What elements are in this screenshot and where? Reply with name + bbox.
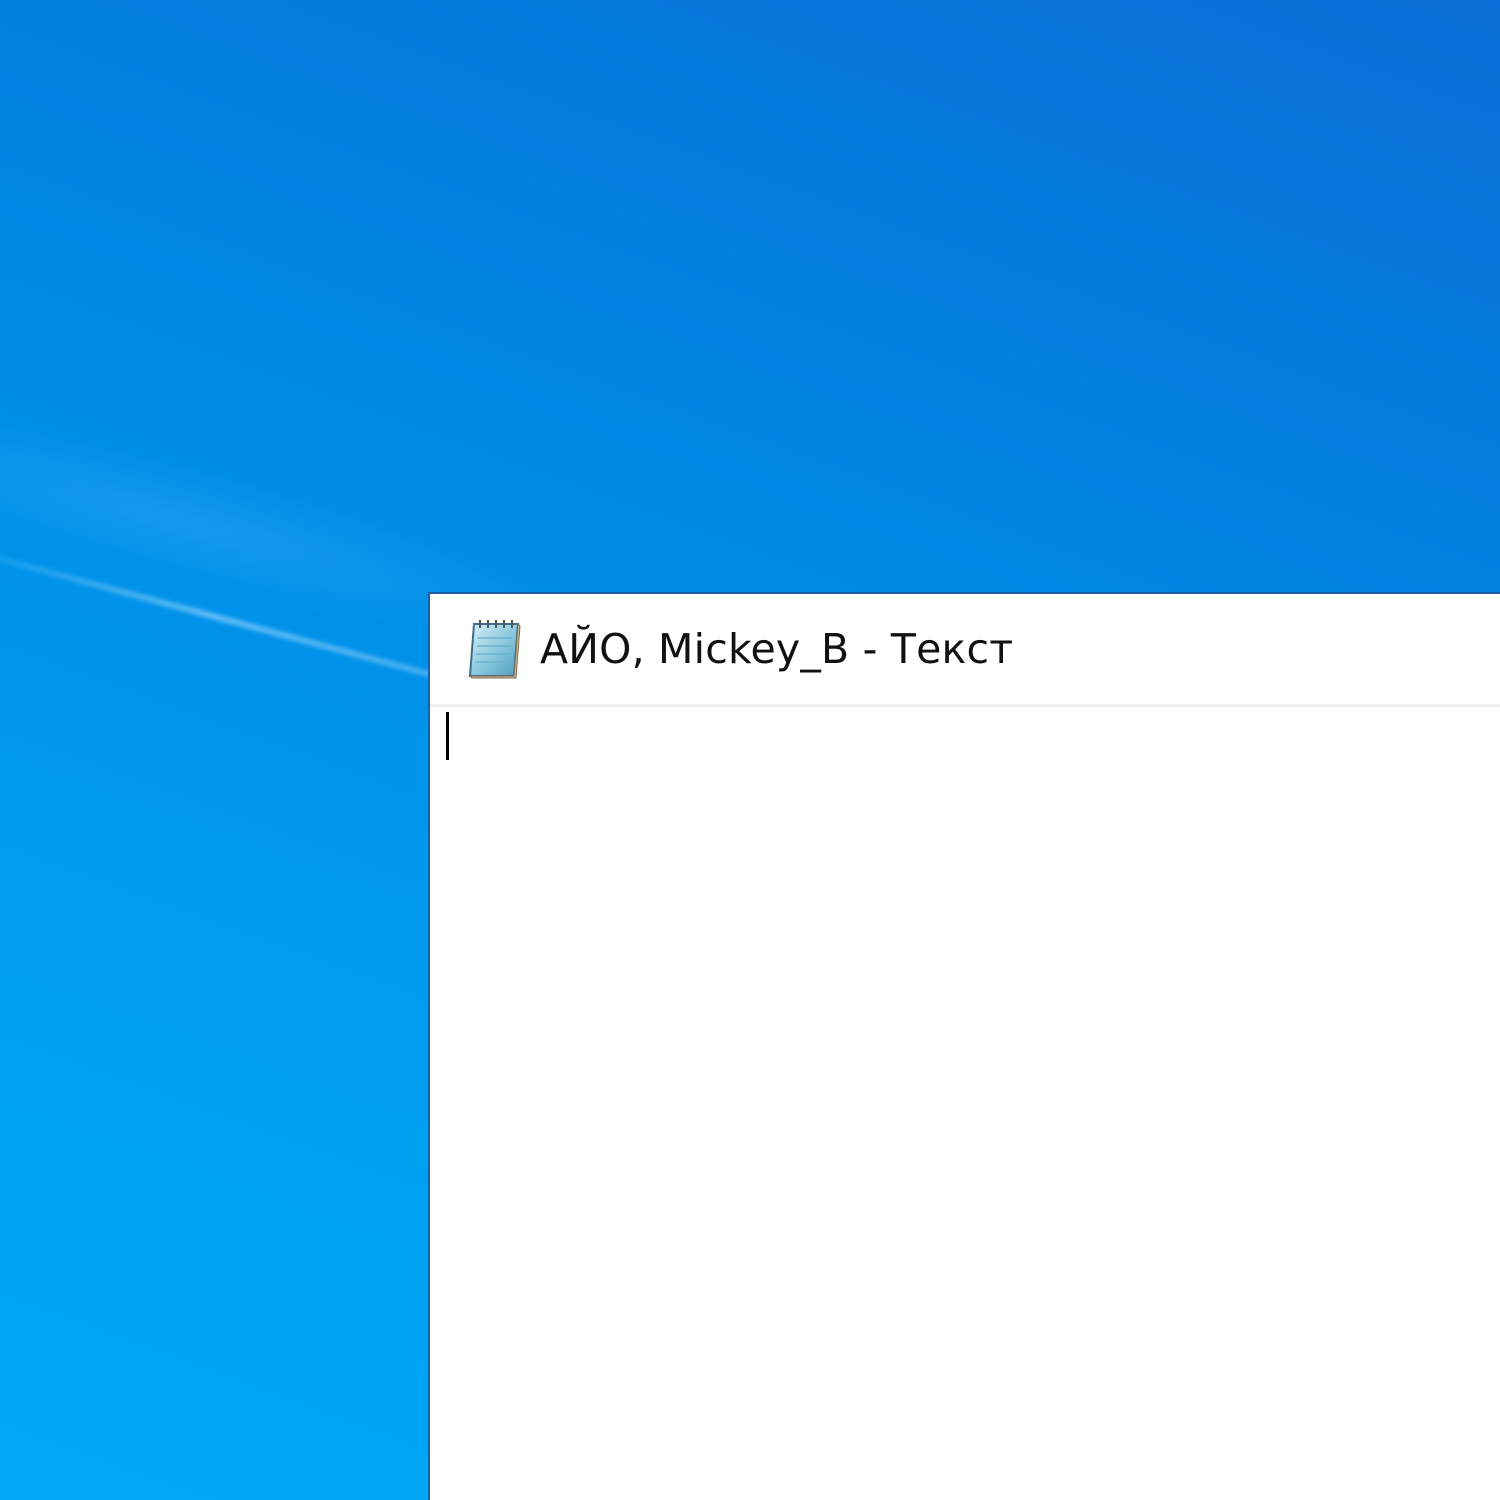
text-caret [446,712,449,760]
text-editor-area[interactable] [430,708,1500,1500]
notepad-icon[interactable] [464,618,524,680]
notepad-window[interactable]: АЙО, Mickey_B - Текст [428,592,1500,1500]
titlebar-divider [430,704,1500,707]
window-titlebar[interactable]: АЙО, Mickey_B - Текст [430,594,1500,704]
window-title: АЙО, Mickey_B - Текст [540,625,1014,673]
